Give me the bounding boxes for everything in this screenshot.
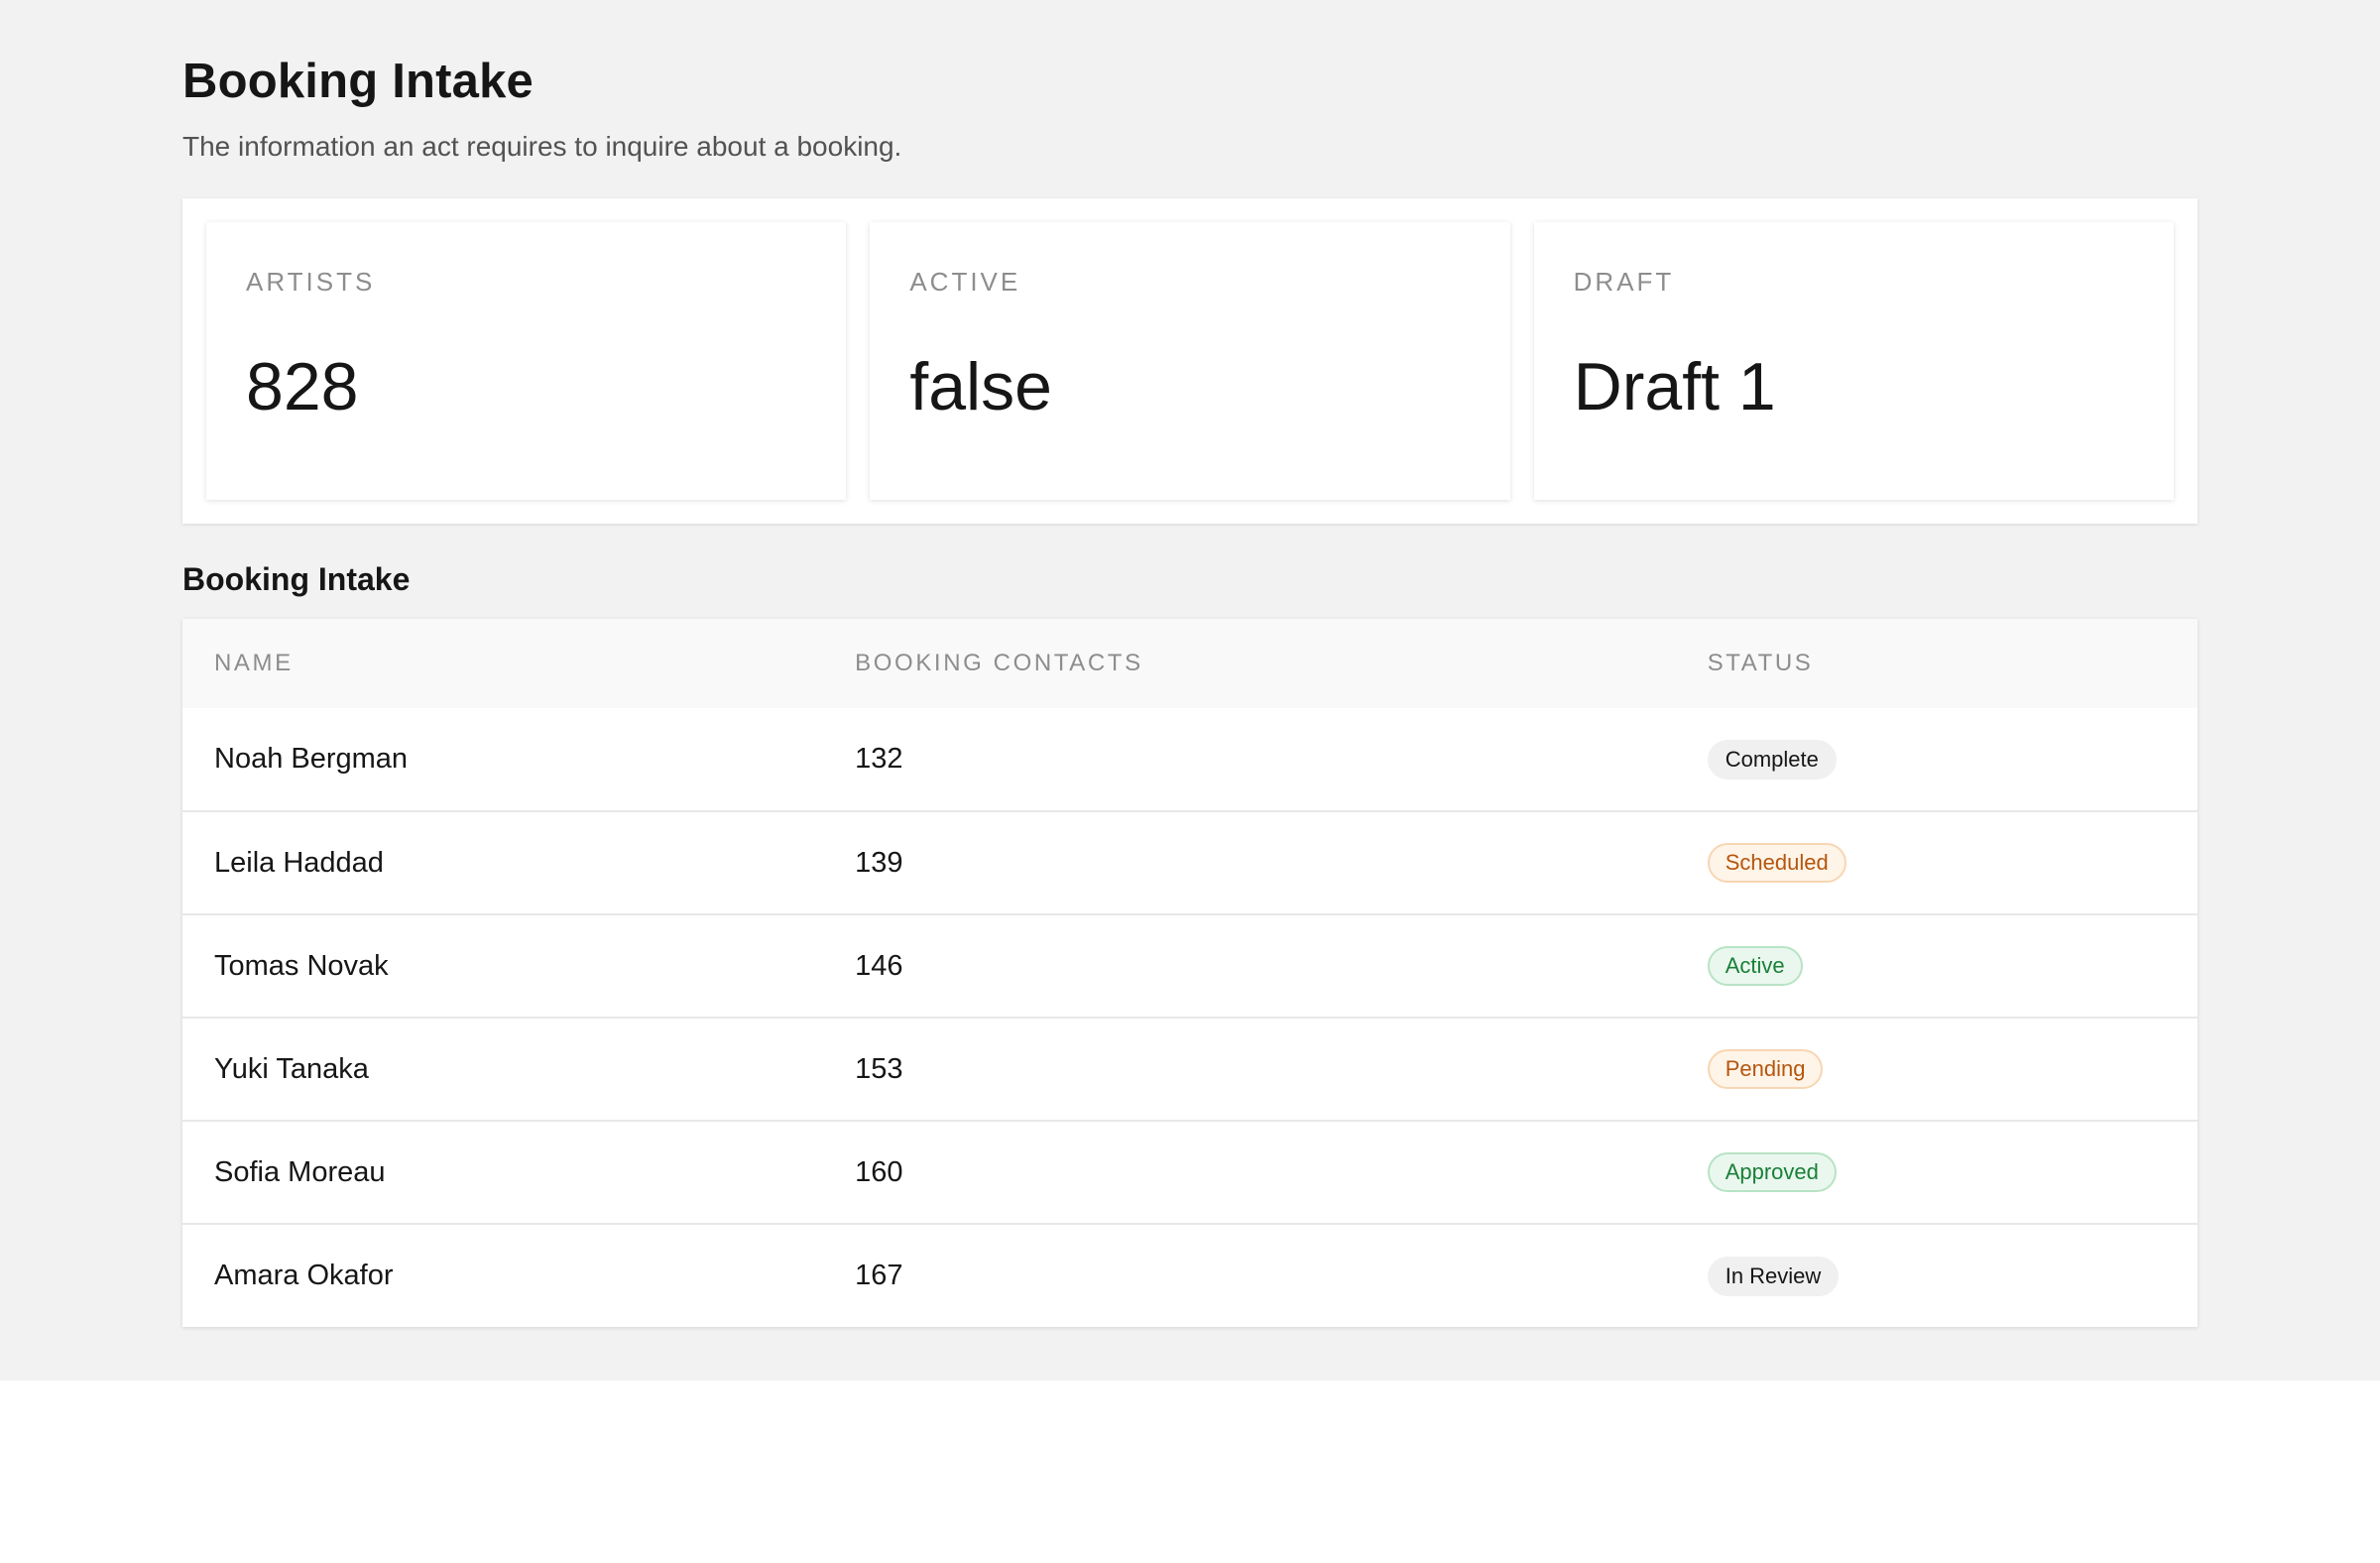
status-badge: Approved: [1707, 1152, 1837, 1192]
status-badge: Complete: [1707, 739, 1837, 780]
stat-label: ARTISTS: [246, 267, 376, 297]
stats-panel: ARTISTS 828 ACTIVE false DRAFT Draft 1: [182, 198, 2198, 524]
cell-contacts: 139: [855, 846, 903, 879]
column-header-name[interactable]: NAME: [182, 619, 823, 708]
stat-label: ACTIVE: [909, 267, 1021, 297]
table-row[interactable]: Sofia Moreau 160 Approved: [182, 1121, 2198, 1224]
status-badge: Pending: [1707, 1049, 1824, 1089]
cell-name: Noah Bergman: [214, 743, 409, 775]
cell-contacts: 167: [855, 1260, 903, 1291]
cell-name: Yuki Tanaka: [214, 1052, 369, 1085]
cell-name: Tomas Novak: [214, 949, 389, 982]
cell-contacts: 160: [855, 1155, 903, 1188]
cell-contacts: 153: [855, 1052, 903, 1085]
cell-status: Complete: [1676, 708, 2198, 811]
cell-status: In Review: [1676, 1224, 2198, 1327]
cell-status: Pending: [1676, 1018, 2198, 1121]
column-header-booking-contacts[interactable]: BOOKING CONTACTS: [823, 619, 1676, 708]
stat-card-artists: ARTISTS 828: [206, 222, 847, 500]
page-container: Booking Intake The information an act re…: [0, 0, 2380, 1381]
column-header-status[interactable]: STATUS: [1676, 619, 2198, 708]
table-header-row: NAME BOOKING CONTACTS STATUS: [182, 619, 2198, 708]
booking-table-card: NAME BOOKING CONTACTS STATUS Noah Bergma…: [182, 619, 2198, 1327]
status-badge: Active: [1707, 946, 1803, 986]
cell-contacts: 146: [855, 949, 903, 982]
table-row[interactable]: Amara Okafor 167 In Review: [182, 1224, 2198, 1327]
stat-card-active: ACTIVE false: [870, 222, 1510, 500]
status-badge: Scheduled: [1707, 843, 1846, 883]
page-title: Booking Intake: [182, 55, 535, 108]
page-subtitle: The information an act requires to inqui…: [182, 131, 902, 162]
section-title: Booking Intake: [182, 561, 411, 597]
cell-contacts: 132: [855, 743, 903, 775]
booking-table: NAME BOOKING CONTACTS STATUS Noah Bergma…: [182, 619, 2198, 1327]
cell-name: Leila Haddad: [214, 846, 384, 879]
table-row[interactable]: Tomas Novak 146 Active: [182, 914, 2198, 1018]
stat-value: Draft 1: [1573, 349, 1776, 424]
cell-status: Active: [1676, 914, 2198, 1018]
stat-value: 828: [246, 349, 359, 424]
stat-card-draft: DRAFT Draft 1: [1533, 222, 2174, 500]
cell-status: Scheduled: [1676, 811, 2198, 914]
table-row[interactable]: Leila Haddad 139 Scheduled: [182, 811, 2198, 914]
cell-status: Approved: [1676, 1121, 2198, 1224]
cell-name: Sofia Moreau: [214, 1155, 386, 1188]
table-row[interactable]: Noah Bergman 132 Complete: [182, 708, 2198, 811]
table-row[interactable]: Yuki Tanaka 153 Pending: [182, 1018, 2198, 1121]
cell-name: Amara Okafor: [214, 1260, 394, 1291]
status-badge: In Review: [1707, 1256, 1840, 1296]
stat-value: false: [909, 349, 1052, 424]
stat-label: DRAFT: [1573, 267, 1675, 297]
